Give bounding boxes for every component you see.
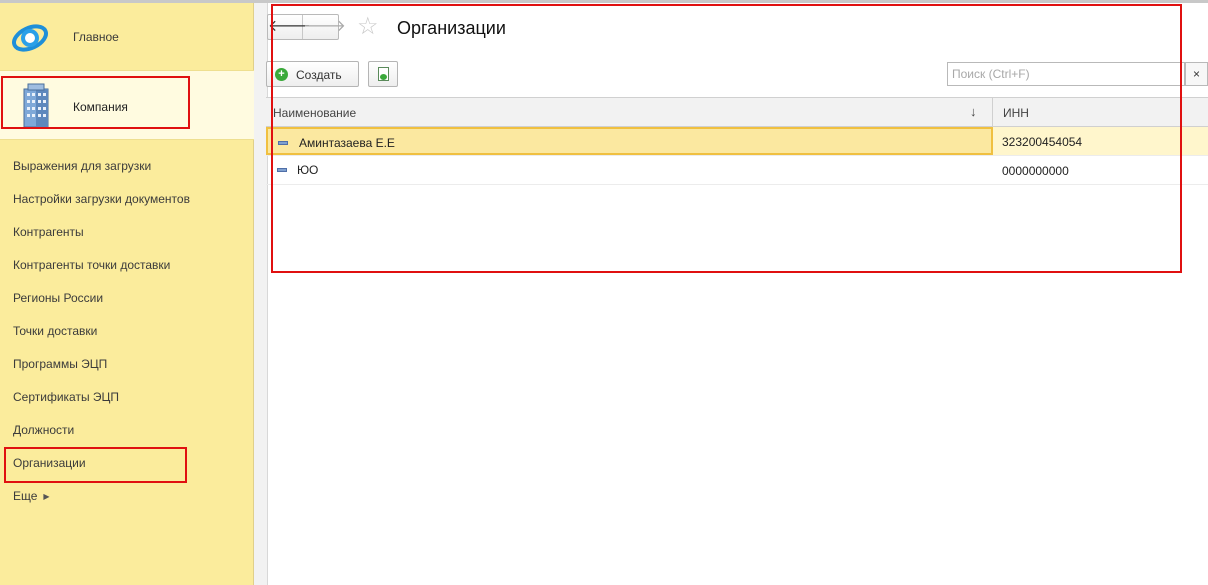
highlight-main-content: [271, 4, 1182, 273]
sidebar-splitter[interactable]: [254, 3, 268, 585]
sidebar-item-expressions[interactable]: Выражения для загрузки: [13, 159, 151, 173]
sidebar-item-document-settings[interactable]: Настройки загрузки документов: [13, 192, 190, 206]
sidebar-item-signature-programs[interactable]: Программы ЭЦП: [13, 357, 107, 371]
clear-search-icon[interactable]: ×: [1185, 62, 1208, 86]
sidebar-item-regions[interactable]: Регионы России: [13, 291, 103, 305]
sidebar-item-signature-certificates[interactable]: Сертификаты ЭЦП: [13, 390, 119, 404]
highlight-company: [1, 76, 190, 129]
sidebar-item-counterparties[interactable]: Контрагенты: [13, 225, 84, 239]
sidebar-item-delivery-counterparties[interactable]: Контрагенты точки доставки: [13, 258, 170, 272]
section-main[interactable]: Главное: [0, 3, 254, 69]
sidebar-more[interactable]: Еще ▶: [13, 489, 50, 503]
sidebar-item-delivery-points[interactable]: Точки доставки: [13, 324, 97, 338]
section-main-label: Главное: [73, 30, 119, 44]
app-logo-icon: [12, 24, 48, 52]
caret-right-icon: ▶: [43, 492, 50, 502]
highlight-organizations-item: [4, 447, 187, 483]
sidebar-more-label: Еще: [13, 489, 38, 503]
sidebar-item-positions[interactable]: Должности: [13, 423, 74, 437]
